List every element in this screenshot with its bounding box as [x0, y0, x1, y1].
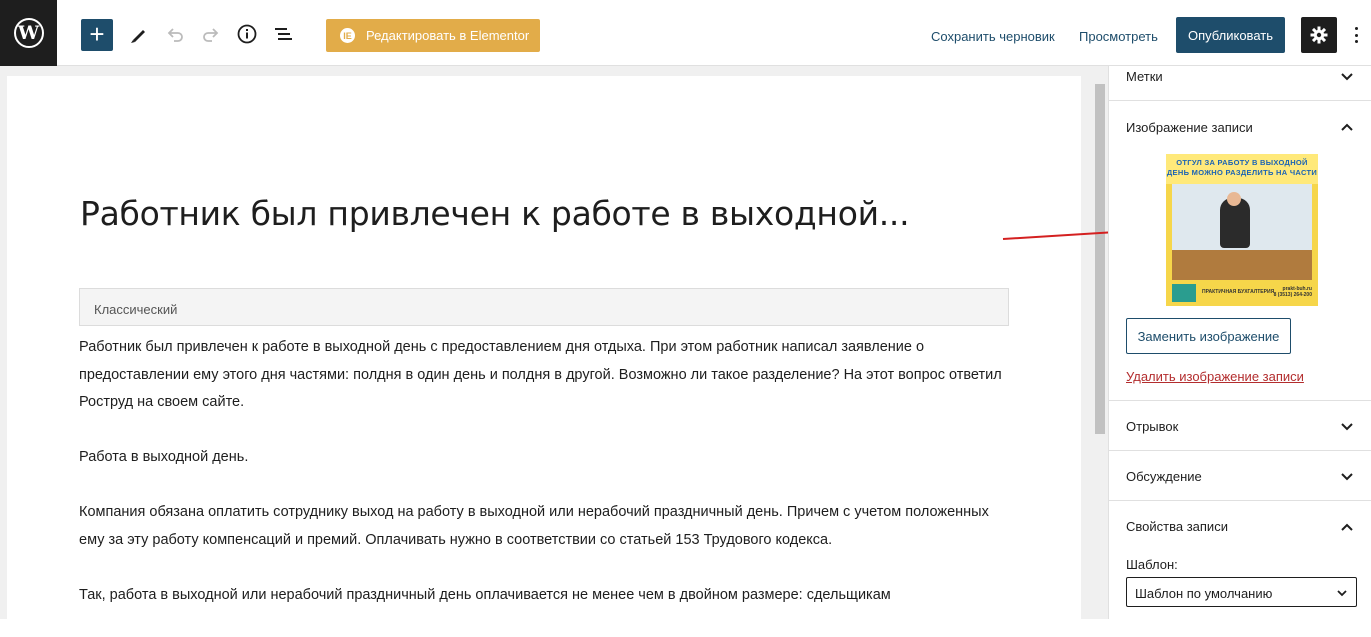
redo-icon	[203, 28, 219, 42]
pencil-icon	[131, 30, 145, 43]
thumbnail-contacts: prakt-buh.ru 8 (3513) 264-200	[1274, 286, 1312, 298]
elementor-icon: IE	[340, 28, 355, 43]
thumbnail-desk	[1172, 250, 1312, 280]
discussion-panel[interactable]: Обсуждение	[1109, 451, 1371, 501]
thumbnail-brand: ПРАКТИЧНАЯ БУХГАЛТЕРИЯ	[1202, 289, 1275, 295]
list-view-button[interactable]	[271, 22, 295, 46]
content-paragraph: Так, работа в выходной или нерабочий пра…	[79, 586, 891, 603]
post-title[interactable]: Работник был привлечен к работе в выходн…	[80, 194, 910, 233]
kebab-dot-icon	[1354, 27, 1358, 30]
classic-block-toolbar[interactable]: Классический	[79, 288, 1009, 326]
chevron-down-icon	[1341, 473, 1353, 481]
content-paragraph: Работник был привлечен к работе в выходн…	[79, 339, 1002, 410]
classic-block-label: Классический	[94, 302, 178, 317]
undo-icon	[167, 28, 183, 42]
preview-button[interactable]: Просмотреть	[1079, 29, 1158, 44]
list-view-icon	[275, 28, 292, 40]
kebab-dot-icon	[1354, 40, 1358, 43]
post-attributes-panel-title[interactable]: Свойства записи	[1126, 519, 1228, 534]
thumbnail-headline: ОТГУЛ ЗА РАБОТУ В ВЫХОДНОЙ ДЕНЬ МОЖНО РА…	[1166, 154, 1318, 184]
more-options-button[interactable]	[1349, 24, 1363, 46]
tags-panel-title: Метки	[1126, 69, 1163, 84]
post-content[interactable]: Работник был привлечен к работе в выходн…	[79, 334, 1009, 637]
scrollbar-thumb[interactable]	[1095, 84, 1105, 434]
featured-image-panel-title[interactable]: Изображение записи	[1126, 120, 1253, 135]
template-select-value: Шаблон по умолчанию	[1135, 586, 1273, 601]
remove-image-link[interactable]: Удалить изображение записи	[1126, 369, 1304, 384]
content-paragraph: Работа в выходной день.	[79, 449, 249, 465]
wordpress-logo-button[interactable]: W	[0, 0, 57, 66]
redo-button[interactable]	[199, 22, 223, 46]
edit-with-elementor-label: Редактировать в Elementor	[366, 28, 530, 43]
undo-button[interactable]	[163, 22, 187, 46]
template-label: Шаблон:	[1126, 557, 1178, 572]
editor-header: W + IE Редактировать в Elementor Сохрани…	[0, 0, 1371, 66]
excerpt-panel-title: Отрывок	[1126, 419, 1179, 434]
replace-image-button[interactable]: Заменить изображение	[1126, 318, 1291, 354]
settings-button[interactable]	[1301, 17, 1337, 53]
wordpress-icon: W	[13, 18, 44, 48]
details-button[interactable]	[235, 22, 259, 46]
gear-icon	[1310, 26, 1328, 44]
chevron-down-icon	[1337, 590, 1347, 597]
info-icon	[237, 24, 257, 44]
add-block-button[interactable]: +	[81, 19, 113, 51]
discussion-panel-title: Обсуждение	[1126, 469, 1202, 484]
template-select[interactable]: Шаблон по умолчанию	[1126, 577, 1357, 607]
thumbnail-phone: 8 (3513) 264-200	[1273, 292, 1312, 298]
chevron-up-icon[interactable]	[1340, 120, 1354, 134]
chevron-down-icon	[1341, 73, 1353, 81]
editor-canvas: Работник был привлечен к работе в выходн…	[7, 76, 1081, 619]
chevron-down-icon	[1341, 423, 1353, 431]
tags-panel[interactable]: Метки	[1109, 66, 1371, 101]
publish-button[interactable]: Опубликовать	[1176, 17, 1285, 53]
edit-with-elementor-button[interactable]: IE Редактировать в Elementor	[326, 19, 540, 52]
content-paragraph: Компания обязана оплатить сотруднику вых…	[79, 504, 989, 548]
thumbnail-face	[1227, 192, 1241, 206]
featured-image-panel: Изображение записи ОТГУЛ ЗА РАБОТУ В ВЫХ…	[1109, 101, 1371, 401]
editor-canvas-area: Работник был привлечен к работе в выходн…	[0, 66, 1108, 619]
save-draft-button[interactable]: Сохранить черновик	[931, 29, 1055, 44]
chevron-up-icon[interactable]	[1340, 520, 1354, 534]
excerpt-panel[interactable]: Отрывок	[1109, 401, 1371, 451]
kebab-dot-icon	[1354, 33, 1358, 37]
thumbnail-footer: ПРАКТИЧНАЯ БУХГАЛТЕРИЯ prakt-buh.ru 8 (3…	[1166, 280, 1318, 306]
post-attributes-panel: Свойства записи Шаблон: Шаблон по умолча…	[1109, 501, 1371, 619]
tools-button[interactable]	[127, 22, 151, 46]
featured-image-thumbnail[interactable]: ОТГУЛ ЗА РАБОТУ В ВЫХОДНОЙ ДЕНЬ МОЖНО РА…	[1166, 154, 1318, 306]
brand-logo-icon	[1172, 284, 1196, 302]
editor-scrollbar[interactable]	[1093, 76, 1106, 619]
settings-sidebar: Метки Изображение записи ОТГУЛ ЗА РАБОТУ…	[1108, 66, 1371, 619]
